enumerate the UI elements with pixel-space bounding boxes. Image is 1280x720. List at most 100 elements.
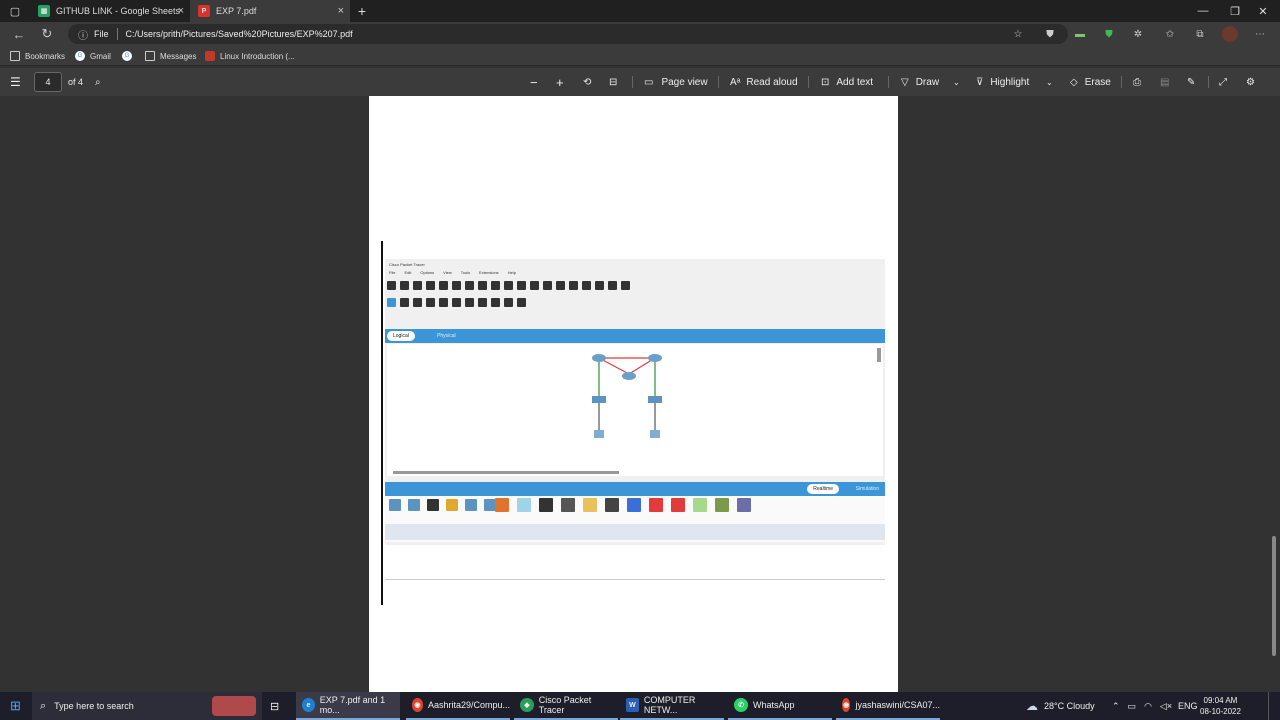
page-number-input[interactable]: 4 — [34, 72, 62, 92]
pdf-icon: P — [198, 5, 210, 17]
window-menu-icon[interactable]: ▢ — [0, 0, 30, 22]
tab-exp7-pdf[interactable]: P EXP 7.pdf × — [190, 0, 350, 22]
page-view-button[interactable]: ▭ Page view — [644, 68, 708, 96]
bookmarks-bar: Bookmarks G Gmail G Messages Linux Intro… — [0, 46, 1280, 66]
realtime-tab: Realtime — [807, 484, 839, 494]
windows-taskbar: ⊞ ⌕ Type here to search ⊟ e EXP 7.pdf an… — [0, 692, 1280, 720]
bookmark-gmail[interactable]: G Gmail — [75, 46, 111, 66]
tab-google-sheets[interactable]: ▦ GITHUB LINK - Google Sheets × — [30, 0, 190, 22]
new-tab-button[interactable]: + — [350, 0, 374, 22]
language-indicator[interactable]: ENG — [1178, 692, 1198, 720]
rotate-icon[interactable]: ⟲ — [583, 68, 591, 96]
highlight-button[interactable]: ⊽ Highlight — [976, 68, 1029, 96]
fit-page-icon[interactable]: ⊟ — [609, 68, 617, 96]
taskbar-app-word[interactable]: W COMPUTER NETW... — [620, 692, 724, 720]
clock[interactable]: 09:04 AM 08-10-2022 — [1200, 692, 1241, 720]
switch-icon — [592, 396, 606, 403]
packet-tracer-toolbar — [387, 278, 630, 292]
viewer-scrollbar[interactable] — [1270, 96, 1278, 692]
packet-tracer-window: Cisco Packet Tracer File Edit Options Vi… — [385, 259, 885, 545]
page-view-icon: ▭ — [644, 76, 654, 88]
sim-mode-bar: Realtime Simulation — [385, 482, 885, 496]
add-text-button[interactable]: ⊡ Add text — [821, 68, 873, 96]
taskbar-app-chrome[interactable]: ◉ Aashrita29/Compu... — [406, 692, 510, 720]
bookmark-google[interactable]: G — [122, 46, 137, 66]
topology-canvas — [387, 344, 883, 476]
print-icon[interactable]: ⎙ — [1133, 68, 1141, 96]
battery-icon[interactable]: ▭ — [1128, 701, 1137, 712]
extension-icon[interactable]: ▬ — [1072, 26, 1088, 42]
physical-tab: Physical — [437, 333, 456, 339]
whatsapp-icon: ✆ — [734, 698, 748, 712]
embedded-screenshot: Cisco Packet Tracer File Edit Options Vi… — [381, 241, 885, 605]
edge-icon: e — [302, 698, 315, 712]
tab-strip: ▢ ▦ GITHUB LINK - Google Sheets × P EXP … — [0, 0, 1280, 22]
task-view-icon[interactable]: ⊟ — [270, 692, 279, 720]
page-total: of 4 — [68, 77, 84, 87]
network-topology — [592, 354, 662, 438]
taskbar-app-edge[interactable]: e EXP 7.pdf and 1 mo... — [296, 692, 400, 720]
taskbar-search[interactable]: ⌕ Type here to search — [32, 692, 262, 720]
adblock-shield-icon[interactable]: ⛊ — [1101, 26, 1117, 42]
more-icon[interactable]: ⋯ — [1252, 26, 1268, 42]
start-button[interactable]: ⊞ — [10, 692, 21, 720]
back-button[interactable]: ← — [6, 22, 32, 46]
google-icon: G — [122, 51, 132, 61]
search-icon[interactable]: ⌕ — [95, 68, 101, 96]
bookmark-bookmarks[interactable]: Bookmarks — [10, 46, 65, 66]
save-as-icon[interactable]: ✎ — [1187, 68, 1195, 96]
simulation-tab: Simulation — [855, 486, 879, 492]
chevron-up-icon[interactable]: ⌃ — [1112, 701, 1120, 712]
info-icon[interactable]: ⓘ — [78, 27, 88, 42]
tab-title: GITHUB LINK - Google Sheets — [56, 6, 181, 16]
favorite-add-icon[interactable]: ☆ — [1010, 26, 1026, 42]
erase-button[interactable]: ◇ Erase — [1070, 68, 1111, 96]
close-icon[interactable]: × — [338, 5, 344, 17]
pdf-toolbar: ☰ 4 of 4 ⌕ − + ⟲ ⊟ ▭ Page view A͏ᵃ Read … — [0, 68, 1280, 96]
shield-icon[interactable]: ⛊ — [1042, 26, 1058, 42]
address-input[interactable]: ⓘ File C:/Users/prith/Pictures/Saved%20P… — [68, 24, 1068, 44]
pc-icon — [650, 430, 660, 438]
bookmark-linux[interactable]: Linux Introduction (... — [205, 46, 295, 66]
time-label: 09:04 AM — [1203, 696, 1238, 705]
avatar[interactable] — [1222, 26, 1238, 42]
pdf-viewer[interactable]: Cisco Packet Tracer File Edit Options Vi… — [0, 96, 1280, 692]
weather-widget[interactable]: ☁ 28°C Cloudy — [1026, 692, 1095, 720]
search-placeholder: Type here to search — [54, 701, 134, 711]
taskbar-app-chrome-2[interactable]: ◉ jyashaswini/CSA07... — [836, 692, 940, 720]
router-icon — [592, 354, 606, 362]
draw-button[interactable]: ▽ Draw — [901, 68, 939, 96]
contents-icon[interactable]: ☰ — [10, 68, 21, 96]
packet-tracer-menu: File Edit Options View Tools Extensions … — [389, 269, 516, 275]
packet-tracer-icon: ◆ — [520, 698, 534, 712]
save-icon[interactable]: ▤ — [1160, 68, 1169, 96]
add-text-icon: ⊡ — [821, 76, 830, 88]
collections-icon[interactable]: ⧉ — [1192, 26, 1208, 42]
favorites-icon[interactable]: ✩ — [1162, 26, 1178, 42]
taskbar-app-whatsapp[interactable]: ✆ WhatsApp — [728, 692, 832, 720]
cloud-icon: ☁ — [1026, 699, 1038, 713]
chevron-down-icon[interactable]: ⌄ — [1046, 68, 1053, 96]
read-aloud-button[interactable]: A͏ᵃ Read aloud — [730, 68, 798, 96]
refresh-button[interactable]: ↻ — [34, 22, 60, 46]
network-icon[interactable]: ◠ — [1144, 701, 1152, 712]
google-icon: G — [75, 51, 85, 61]
volume-icon[interactable]: ◁× — [1160, 701, 1172, 712]
zoom-in-button[interactable]: + — [556, 68, 564, 96]
settings-icon[interactable]: ⚙ — [1246, 68, 1255, 96]
draw-icon: ▽ — [901, 76, 909, 88]
puzzle-icon[interactable]: ✲ — [1130, 26, 1146, 42]
system-tray[interactable]: ⌃ ▭ ◠ ◁× — [1112, 692, 1172, 720]
zoom-out-button[interactable]: − — [530, 68, 538, 96]
bookmark-messages[interactable]: Messages — [145, 46, 196, 66]
router-icon — [648, 354, 662, 362]
close-icon[interactable]: × — [178, 5, 184, 17]
minimize-button[interactable]: — — [1186, 0, 1220, 22]
chevron-down-icon[interactable]: ⌄ — [953, 68, 960, 96]
scheme-label: File — [94, 29, 109, 39]
search-highlight-image — [212, 696, 256, 716]
show-desktop-button[interactable] — [1268, 692, 1280, 720]
close-window-button[interactable]: ✕ — [1246, 0, 1280, 22]
taskbar-app-packet-tracer[interactable]: ◆ Cisco Packet Tracer — [514, 692, 618, 720]
fullscreen-icon[interactable]: ⤢ — [1219, 68, 1227, 96]
